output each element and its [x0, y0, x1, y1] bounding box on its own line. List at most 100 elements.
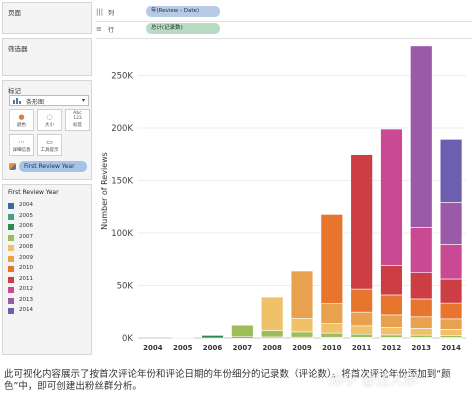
chevron-down-icon: ▾: [81, 97, 85, 104]
legend-swatch: [8, 255, 14, 262]
label-button-label: 标签: [73, 123, 82, 128]
shelf-divider: [96, 38, 472, 39]
legend-label: 2013: [19, 296, 33, 303]
size-button-label: 大小: [45, 123, 54, 128]
bar-segment: [260, 330, 284, 338]
size-icon: ◌: [46, 113, 53, 121]
bar-segment: [439, 244, 463, 280]
detail-button[interactable]: ⋯ 详细信息: [9, 134, 34, 156]
filters-pane[interactable]: 筛选器: [2, 38, 92, 76]
legend-swatch: [8, 308, 14, 314]
x-tick-label: 2005: [173, 344, 193, 352]
legend-swatch: [8, 266, 14, 272]
pages-title: 页面: [8, 9, 21, 17]
x-tick-label: 2004: [143, 344, 163, 352]
x-tick-label: 2009: [292, 344, 312, 352]
bar-segment: [410, 298, 433, 318]
bar-segment: [410, 272, 433, 300]
legend-label: 2008: [19, 244, 33, 250]
y-axis-label: Number of Reviews: [100, 152, 109, 230]
color-button-label: 颜色: [17, 123, 26, 128]
columns-shelf[interactable]: ||| 列 年(Review - Date): [96, 6, 472, 19]
legend-swatch: [8, 224, 14, 230]
x-tick-label: 2012: [382, 344, 402, 352]
bar-segment: [380, 314, 403, 328]
y-tick-label: 50K: [117, 282, 134, 292]
tooltip-icon: ▭: [46, 138, 53, 146]
marks-type-select[interactable]: 条形图 ▾: [9, 95, 89, 106]
columns-field-pill[interactable]: 年(Review - Date): [146, 6, 220, 17]
x-tick-label: 2011: [352, 344, 372, 352]
x-tick-label: 2008: [262, 344, 282, 352]
legend-swatch: [8, 234, 14, 241]
legend-label: 2007: [19, 233, 33, 240]
y-tick-label: 100K: [111, 229, 133, 239]
bar-segment: [350, 311, 373, 327]
bar-segment: [320, 332, 344, 338]
bar-segment: [380, 265, 403, 296]
bar-segment: [439, 202, 463, 245]
legend-label: 2006: [19, 223, 33, 229]
left-panel: 页面 筛选器 标记 条形图 ▾ ● 颜色 ◌ 大小 Abc 123 标签 ⋯ 详…: [2, 2, 92, 355]
rows-icon: ≡: [96, 25, 102, 33]
bar-segment: [439, 329, 463, 336]
bar-segment: [380, 128, 403, 266]
bar-segment: [320, 323, 344, 334]
marks-type-label: 条形图: [26, 99, 45, 106]
pages-pane: 页面: [2, 2, 92, 34]
stacked-bar-chart: 0K 50K 100K 150K 200K 250K Number of Reviews 20…: [100, 45, 466, 352]
y-tick-label: 150K: [111, 177, 133, 187]
bar-segment: [290, 317, 314, 333]
bar-segment: [410, 45, 433, 228]
legend-title: First Review Year: [8, 189, 59, 196]
bar-segment: [439, 302, 463, 320]
shelf-divider: [96, 21, 472, 22]
bar-segment: [231, 324, 254, 338]
legend-swatch: [8, 287, 14, 293]
legend-label: 2014: [19, 307, 33, 313]
x-tick-label: 2010: [322, 344, 342, 352]
legend-swatch: [8, 245, 14, 251]
legend-pane: First Review Year 2004 2005 2006 2007 2008 20…: [2, 184, 92, 355]
rows-field-pill[interactable]: 总计(记录数): [146, 23, 220, 34]
legend-label: 2010: [19, 265, 33, 271]
rows-shelf-label: 行: [108, 27, 115, 34]
x-tick-label: 2006: [203, 344, 223, 352]
chart-area: 0K 50K 100K 150K 200K 250K Number of Reviews 20…: [96, 40, 472, 356]
bar-segment: [410, 334, 433, 338]
bar-segment: [350, 325, 373, 335]
bar-segment: [171, 337, 194, 339]
rows-shelf[interactable]: ≡ 行 总计(记录数): [96, 23, 472, 36]
label-button[interactable]: Abc 123 标签: [65, 109, 90, 131]
bar-segment: [320, 303, 344, 324]
y-tick-label: 0K: [122, 334, 133, 344]
marks-title: 标记: [8, 87, 21, 95]
legend-swatch: [8, 203, 14, 209]
bar-segment: [410, 328, 433, 336]
bar-segment: [380, 334, 403, 338]
color-encoding-icon: [9, 163, 16, 170]
color-field-label: First Review Year: [19, 161, 87, 172]
legend-swatch: [8, 213, 14, 220]
bar-segment: [290, 331, 314, 338]
filters-title: 筛选器: [8, 45, 28, 53]
legend-label: 2009: [19, 254, 33, 261]
bar-chart-icon: [13, 98, 23, 104]
tooltip-button[interactable]: ▭ 工具提示: [37, 134, 62, 156]
bar-segment: [439, 139, 463, 203]
legend-label: 2012: [19, 286, 33, 292]
columns-icon: |||: [96, 8, 104, 16]
bar-segment: [201, 335, 224, 339]
bar-segment: [350, 333, 373, 338]
bar-segment: [260, 296, 284, 331]
size-button[interactable]: ◌ 大小: [37, 109, 62, 131]
color-button[interactable]: ● 颜色: [9, 109, 34, 131]
detail-icon: ⋯: [18, 138, 25, 146]
watermark: 知乎 @泛人宗: [329, 373, 418, 389]
x-tick-label: 2013: [412, 344, 432, 352]
legend-label: 2004: [19, 202, 33, 208]
x-tick-label: 2007: [233, 344, 253, 352]
color-field-pill[interactable]: First Review Year: [9, 161, 87, 172]
legend-swatch: [8, 297, 14, 304]
bar-segment: [350, 154, 373, 290]
